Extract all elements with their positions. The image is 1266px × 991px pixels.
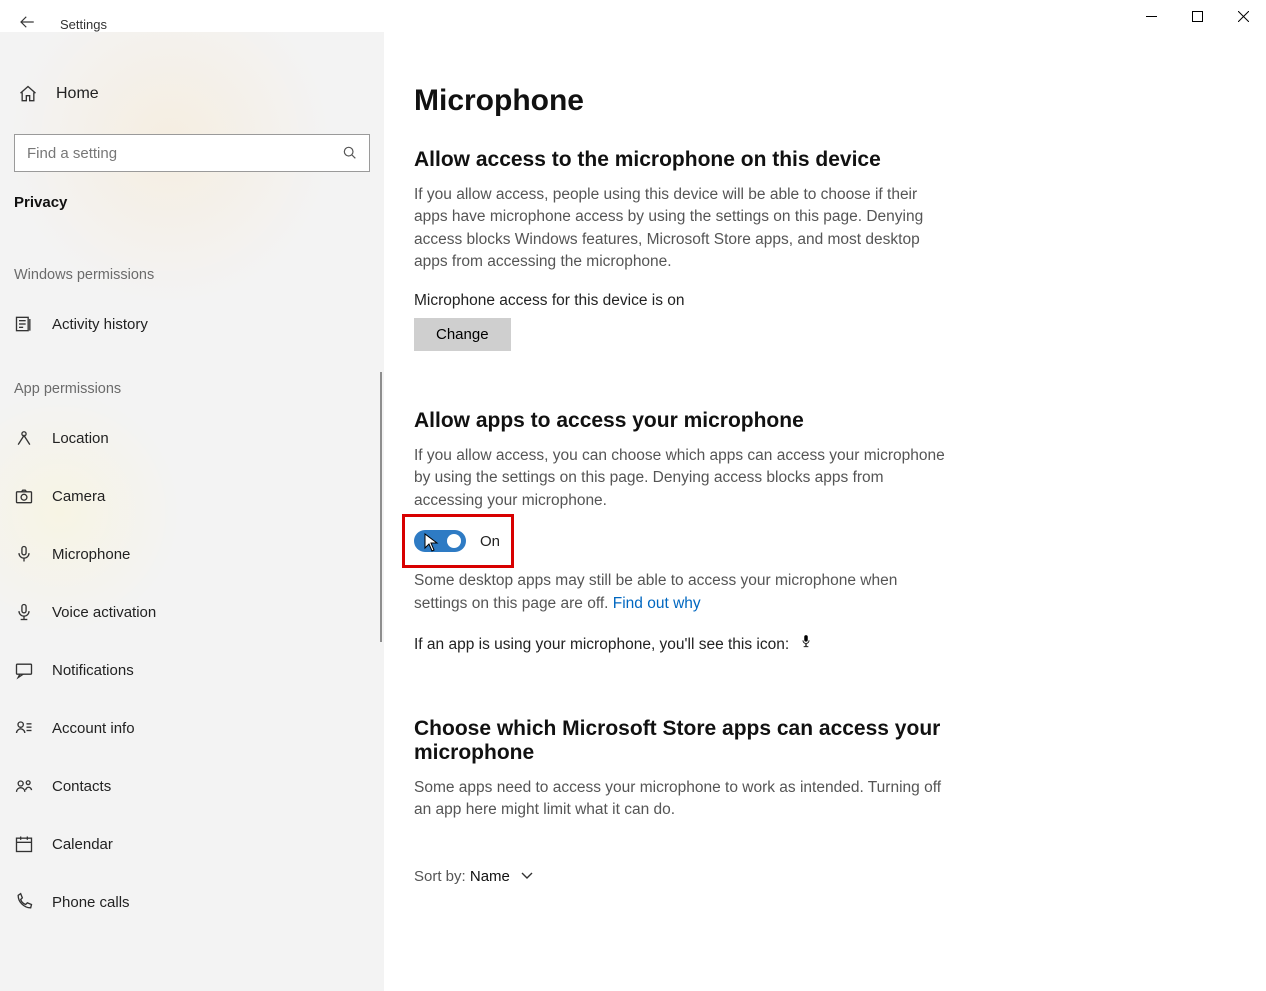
sort-label: Sort by:	[414, 868, 466, 885]
nav-list-windows: Activity history	[0, 295, 384, 353]
sidebar-item-calendar[interactable]: Calendar	[0, 815, 384, 873]
sidebar-item-account-info[interactable]: Account info	[0, 699, 384, 757]
sidebar-item-location[interactable]: Location	[0, 409, 384, 467]
access-status: Microphone access for this device is on	[414, 292, 1218, 310]
sidebar-item-label: Calendar	[52, 836, 113, 853]
sidebar-item-home[interactable]: Home	[0, 70, 384, 118]
section2-heading: Allow apps to access your microphone	[414, 409, 974, 433]
sidebar-item-label: Camera	[52, 488, 105, 505]
window-controls	[1128, 0, 1266, 32]
sidebar: Settings Home Privacy Windows permission…	[0, 32, 384, 991]
notifications-icon	[14, 660, 34, 680]
sidebar-item-label: Location	[52, 430, 109, 447]
icon-usage-note: If an app is using your microphone, you'…	[414, 633, 954, 656]
sidebar-item-microphone[interactable]: Microphone	[0, 525, 384, 583]
voice-activation-icon	[14, 602, 34, 622]
account-info-icon	[14, 718, 34, 738]
chevron-down-icon	[520, 868, 534, 885]
category-heading: Privacy	[0, 172, 384, 211]
home-label: Home	[56, 85, 99, 103]
cursor-icon	[424, 533, 440, 553]
search-input[interactable]	[14, 134, 370, 172]
desktop-apps-note: Some desktop apps may still be able to a…	[414, 570, 954, 615]
sidebar-item-label: Account info	[52, 720, 135, 737]
sort-value: Name	[470, 868, 510, 885]
calendar-icon	[14, 834, 34, 854]
allow-apps-toggle[interactable]	[414, 530, 466, 552]
location-icon	[14, 428, 34, 448]
sidebar-item-label: Microphone	[52, 546, 130, 563]
sidebar-item-label: Voice activation	[52, 604, 156, 621]
back-button[interactable]	[18, 13, 36, 36]
section1-description: If you allow access, people using this d…	[414, 184, 954, 274]
page-title: Microphone	[414, 84, 1218, 118]
close-button[interactable]	[1220, 0, 1266, 32]
sidebar-scrollbar[interactable]	[380, 372, 382, 642]
microphone-inline-icon	[799, 633, 813, 656]
section-label-app: App permissions	[0, 353, 384, 397]
sort-row: Sort by: Name	[414, 868, 1218, 886]
maximize-button[interactable]	[1174, 0, 1220, 32]
sidebar-item-phone-calls[interactable]: Phone calls	[0, 873, 384, 931]
section3-description: Some apps need to access your microphone…	[414, 777, 954, 822]
microphone-icon	[14, 544, 34, 564]
search-wrap	[14, 134, 370, 172]
sidebar-item-label: Notifications	[52, 662, 134, 679]
toggle-state-label: On	[480, 533, 500, 550]
main-content: Microphone Allow access to the microphon…	[384, 32, 1266, 991]
nav-list-app: Location Camera Microphone	[0, 409, 384, 931]
sidebar-item-camera[interactable]: Camera	[0, 467, 384, 525]
sidebar-item-label: Phone calls	[52, 894, 130, 911]
minimize-button[interactable]	[1128, 0, 1174, 32]
activity-icon	[14, 314, 34, 334]
contacts-icon	[14, 776, 34, 796]
home-icon	[18, 84, 38, 104]
icon-note-text: If an app is using your microphone, you'…	[414, 636, 789, 653]
phone-icon	[14, 892, 34, 912]
find-out-why-link[interactable]: Find out why	[613, 595, 701, 612]
section1-heading: Allow access to the microphone on this d…	[414, 148, 974, 172]
section2-description: If you allow access, you can choose whic…	[414, 445, 954, 512]
sidebar-item-label: Activity history	[52, 316, 148, 333]
sidebar-item-notifications[interactable]: Notifications	[0, 641, 384, 699]
sidebar-item-activity-history[interactable]: Activity history	[0, 295, 384, 353]
change-button[interactable]: Change	[414, 318, 511, 351]
sidebar-item-voice-activation[interactable]: Voice activation	[0, 583, 384, 641]
section3-heading: Choose which Microsoft Store apps can ac…	[414, 717, 974, 765]
sort-dropdown[interactable]: Name	[470, 868, 534, 885]
camera-icon	[14, 486, 34, 506]
sidebar-item-label: Contacts	[52, 778, 111, 795]
section-label-windows: Windows permissions	[0, 211, 384, 283]
app-title: Settings	[60, 17, 107, 32]
sidebar-item-contacts[interactable]: Contacts	[0, 757, 384, 815]
